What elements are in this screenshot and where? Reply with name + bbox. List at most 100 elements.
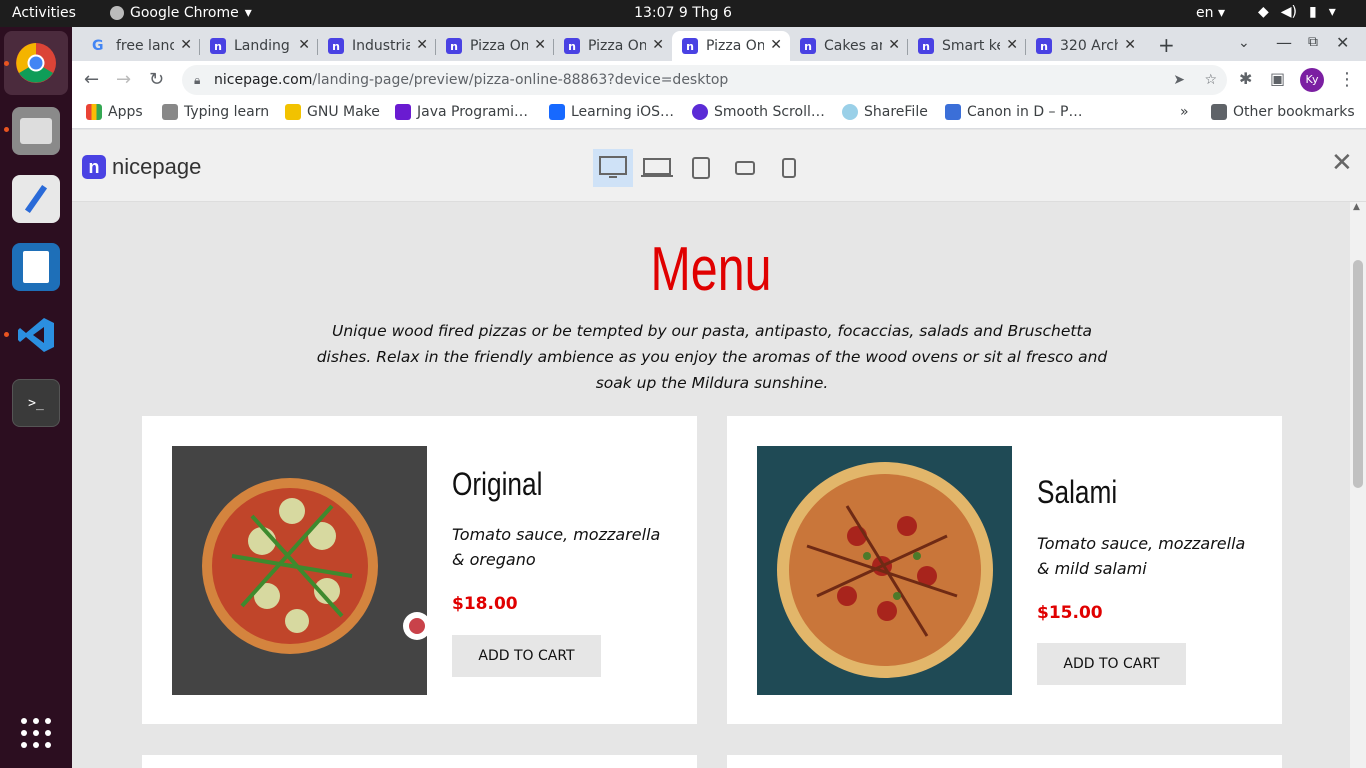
tab-pizza-online-active[interactable]: n Pizza Online ✕ xyxy=(672,31,790,61)
clock[interactable]: 13:07 9 Thg 6 xyxy=(0,5,1366,21)
tab-pizza-online-1[interactable]: n Pizza Online ✕ xyxy=(436,31,554,61)
nicepage-icon: n xyxy=(446,38,462,54)
terminal-icon[interactable]: >_ xyxy=(12,379,60,427)
typing-icon xyxy=(162,104,178,120)
close-icon[interactable]: ✕ xyxy=(180,37,192,53)
more-bookmarks-chevron-icon[interactable]: » xyxy=(1180,104,1189,120)
avatar[interactable]: Ky xyxy=(1300,68,1324,92)
nicepage-mark: n xyxy=(82,155,106,179)
tab-label: Cakes and xyxy=(824,38,882,54)
bookmark-label: Smooth Scroll… xyxy=(714,104,825,120)
vscode-icon[interactable] xyxy=(12,311,60,359)
tab-cakes[interactable]: n Cakes and ✕ xyxy=(790,31,908,61)
tab-pizza-online-2[interactable]: n Pizza Online ✕ xyxy=(554,31,672,61)
forward-arrow-icon[interactable]: → xyxy=(116,69,131,90)
close-icon[interactable]: ✕ xyxy=(298,37,310,53)
bookmark-label: Java Programi… xyxy=(417,104,528,120)
battery-icon: ▮ xyxy=(1309,4,1317,20)
nicepage-logo[interactable]: n nicepage xyxy=(82,154,201,180)
menu-description: Unique wood fired pizzas or be tempted b… xyxy=(316,322,1108,392)
tab-320-architect[interactable]: n 320 Architect ✕ xyxy=(1026,31,1144,61)
menu-card-salami: Salami Tomato sauce, mozzarella & mild s… xyxy=(727,416,1282,724)
other-bookmarks[interactable]: Other bookmarks xyxy=(1211,104,1355,120)
tab-label: Smart key xyxy=(942,38,1000,54)
kebab-menu-icon[interactable]: ⋮ xyxy=(1338,69,1356,90)
close-icon[interactable]: ✕ xyxy=(652,37,664,53)
files-icon[interactable] xyxy=(12,107,60,155)
nicepage-icon: n xyxy=(328,38,344,54)
music-icon xyxy=(945,104,961,120)
item-price: $18.00 xyxy=(452,594,518,614)
running-indicator xyxy=(4,61,9,66)
address-bar[interactable]: 🔒︎ nicepage.com/landing-page/preview/piz… xyxy=(182,65,1227,95)
tab-label: Pizza Online xyxy=(706,38,764,54)
device-tablet-icon[interactable] xyxy=(681,149,721,187)
nicepage-icon: n xyxy=(800,38,816,54)
nicepage-icon: n xyxy=(1036,38,1052,54)
bookmark-apps[interactable]: Apps xyxy=(86,104,143,120)
reload-icon[interactable]: ↻ xyxy=(149,69,164,90)
close-icon[interactable]: ✕ xyxy=(888,37,900,53)
close-icon[interactable]: ✕ xyxy=(770,37,782,53)
close-preview-icon[interactable]: ✕ xyxy=(1331,148,1353,178)
device-tablet-landscape-icon[interactable] xyxy=(725,149,765,187)
scrollbar-thumb[interactable] xyxy=(1353,260,1363,488)
menu-card-original: Original Tomato sauce, mozzarella & oreg… xyxy=(142,416,697,724)
add-to-cart-button[interactable]: ADD TO CART xyxy=(452,635,601,677)
add-to-cart-button[interactable]: ADD TO CART xyxy=(1037,643,1186,685)
reading-mode-icon[interactable]: ▣ xyxy=(1270,69,1285,88)
tab-label: Industrial xyxy=(352,38,410,54)
tab-free-landing[interactable]: Gfree landing ✕ xyxy=(82,31,200,61)
tab-industrial[interactable]: n Industrial ✕ xyxy=(318,31,436,61)
device-phone-icon[interactable] xyxy=(769,149,809,187)
lock-icon: 🔒︎ xyxy=(194,73,201,87)
system-tray[interactable]: ◆ ◀) ▮ ▾ xyxy=(1258,4,1336,20)
chrome-icon[interactable] xyxy=(12,39,60,87)
device-desktop-icon[interactable] xyxy=(593,149,633,187)
sharefile-icon xyxy=(842,104,858,120)
bookmark-canon-in-d[interactable]: Canon in D – P… xyxy=(945,104,1082,120)
send-tab-icon[interactable]: ➤ xyxy=(1173,65,1185,95)
tab-label: free landing xyxy=(116,38,174,54)
bookmark-smooth-scroll[interactable]: Smooth Scroll… xyxy=(692,104,825,120)
close-icon[interactable]: ✕ xyxy=(416,37,428,53)
back-arrow-icon[interactable]: ← xyxy=(84,69,99,90)
bookmark-gnu-make[interactable]: GNU Make xyxy=(285,104,380,120)
close-icon[interactable]: ✕ xyxy=(534,37,546,53)
bookmark-java[interactable]: Java Programi… xyxy=(395,104,528,120)
bookmark-typing-learn[interactable]: Typing learn xyxy=(162,104,269,120)
behance-icon xyxy=(549,104,565,120)
bookmark-label: Apps xyxy=(108,104,143,120)
bookmark-learning-ios[interactable]: Learning iOS… xyxy=(549,104,674,120)
writer-icon[interactable] xyxy=(12,243,60,291)
chevron-down-icon: ▾ xyxy=(1328,4,1336,20)
minimize-icon[interactable]: — xyxy=(1276,33,1292,52)
restore-icon[interactable]: ⧉ xyxy=(1308,34,1318,50)
menu-card-next xyxy=(727,755,1282,768)
extensions-puzzle-icon[interactable]: ✱ xyxy=(1239,69,1252,88)
tab-landing[interactable]: n Landing ✕ xyxy=(200,31,318,61)
bookmark-sharefile[interactable]: ShareFile xyxy=(842,104,928,120)
tab-search-chevron-icon[interactable]: ⌄ xyxy=(1238,35,1250,51)
toolbar: ← → ↻ 🔒︎ nicepage.com/landing-page/previ… xyxy=(72,61,1366,98)
window-close-icon[interactable]: ✕ xyxy=(1336,33,1349,52)
app-grid-icon[interactable] xyxy=(12,709,60,757)
language-indicator[interactable]: en ▾ xyxy=(1196,5,1225,21)
scrollbar[interactable]: ▲ xyxy=(1350,202,1366,768)
close-icon[interactable]: ✕ xyxy=(1124,37,1136,53)
new-tab-plus-icon[interactable]: + xyxy=(1158,33,1175,57)
text-editor-icon[interactable] xyxy=(12,175,60,223)
item-description: Tomato sauce, mozzarella & oregano xyxy=(452,525,661,569)
tab-smart-key[interactable]: n Smart key ✕ xyxy=(908,31,1026,61)
volume-icon: ◀) xyxy=(1280,4,1298,20)
item-name: Salami xyxy=(1037,474,1118,510)
tab-label: Landing xyxy=(234,38,290,54)
preview-header: n nicepage ✕ xyxy=(72,130,1366,202)
url-host: nicepage.com xyxy=(214,72,313,88)
nicepage-icon: n xyxy=(918,38,934,54)
bookmark-star-icon[interactable]: ☆ xyxy=(1204,65,1217,95)
url-path: /landing-page/preview/pizza-online-88863… xyxy=(312,72,729,88)
scroll-up-arrow-icon[interactable]: ▲ xyxy=(1353,202,1360,212)
close-icon[interactable]: ✕ xyxy=(1006,37,1018,53)
device-laptop-icon[interactable] xyxy=(637,149,677,187)
